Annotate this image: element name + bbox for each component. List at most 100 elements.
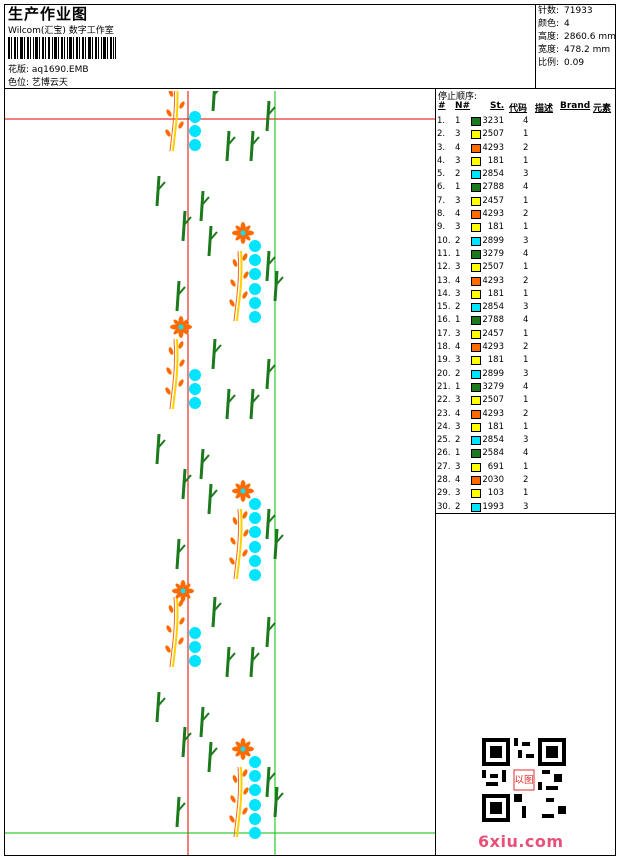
stop-needle: 2: [455, 501, 461, 512]
stop-index: 15.: [437, 302, 451, 313]
stats-separator: [535, 4, 536, 88]
stop-index: 14.: [437, 288, 451, 299]
stop-code: 3279: [482, 381, 504, 392]
color-swatch: [471, 449, 481, 459]
stop-needle: 3: [455, 355, 461, 366]
stop-element: 3: [523, 169, 529, 180]
stat-colors: 颜色: 4: [538, 19, 570, 29]
stop-index: 22.: [437, 395, 451, 406]
stop-code: 4293: [482, 142, 504, 153]
stop-element: 3: [523, 302, 529, 313]
stop-row: 16. 1 2788 4: [437, 314, 617, 327]
color-swatch: [471, 223, 481, 233]
stop-row: 3. 4 4293 2: [437, 142, 617, 155]
stop-index: 18.: [437, 342, 451, 353]
stop-row: 11. 1 3279 4: [437, 248, 617, 261]
color-swatch: [471, 316, 481, 326]
color-swatch: [471, 236, 481, 246]
col-header-brand: Brand: [560, 101, 591, 111]
stop-needle: 3: [455, 155, 461, 166]
stop-code: 181: [487, 288, 504, 299]
stop-row: 29. 3 103 1: [437, 487, 617, 500]
stop-row: 17. 3 2457 1: [437, 328, 617, 341]
stop-code: 691: [487, 461, 504, 472]
stop-index: 24.: [437, 421, 451, 432]
color-swatch: [471, 170, 481, 180]
col-header-element: 元素: [593, 104, 612, 114]
stop-needle: 2: [455, 302, 461, 313]
color-swatch: [471, 409, 481, 419]
color-swatch: [471, 249, 481, 259]
stop-needle: 3: [455, 195, 461, 206]
color-swatch: [471, 369, 481, 379]
stop-needle: 1: [455, 248, 461, 259]
stop-needle: 3: [455, 129, 461, 140]
panel-separator: [435, 88, 436, 856]
stop-code: 2854: [482, 169, 504, 180]
stop-needle: 4: [455, 475, 461, 486]
stop-index: 1.: [437, 116, 446, 126]
motif-repeat-2: [157, 339, 283, 581]
stop-row: 21. 1 3279 4: [437, 381, 617, 394]
stop-element: 3: [523, 435, 529, 446]
stop-element: 1: [523, 262, 529, 273]
stop-code: 2854: [482, 435, 504, 446]
stop-index: 4.: [437, 155, 446, 166]
col-header-needle: N#: [455, 101, 471, 111]
stop-needle: 4: [455, 209, 461, 220]
col-header-index: #: [438, 101, 446, 111]
stop-needle: 1: [455, 315, 461, 326]
stop-row: 8. 4 4293 2: [437, 208, 617, 221]
color-swatch: [471, 289, 481, 299]
color-swatch: [471, 502, 481, 512]
stop-code: 181: [487, 355, 504, 366]
stop-code: 4293: [482, 408, 504, 419]
color-swatch: [471, 382, 481, 392]
stop-row: 7. 3 2457 1: [437, 195, 617, 208]
design-file-value: aq1690.EMB: [31, 65, 89, 75]
stop-needle: 3: [455, 395, 461, 406]
stop-element: 1: [523, 328, 529, 339]
color-swatch: [471, 143, 481, 153]
stop-element: 1: [523, 129, 529, 140]
stop-row: 5. 2 2854 3: [437, 168, 617, 181]
color-swatch: [471, 436, 481, 446]
qr-stamp: 以图: [514, 775, 533, 786]
stop-index: 9.: [437, 222, 446, 233]
stop-index: 25.: [437, 435, 451, 446]
stop-code: 2457: [482, 195, 504, 206]
stat-height: 高度: 2860.6 mm: [538, 32, 616, 42]
stat-width: 宽度: 478.2 mm: [538, 45, 611, 55]
stop-needle: 3: [455, 262, 461, 273]
color-swatch: [471, 476, 481, 486]
color-name-line: 色位: 艺博云天: [8, 75, 68, 88]
stop-row: 10. 2 2899 3: [437, 235, 617, 248]
color-swatch: [471, 196, 481, 206]
stop-element: 1: [523, 195, 529, 206]
stop-code: 2030: [482, 475, 504, 486]
stop-needle: 1: [455, 116, 461, 126]
watermark: 6xiu.com: [478, 832, 564, 851]
stop-element: 2: [523, 209, 529, 220]
stop-code: 2507: [482, 262, 504, 273]
stop-needle: 1: [455, 381, 461, 392]
stop-index: 17.: [437, 328, 451, 339]
stop-needle: 2: [455, 435, 461, 446]
stop-row: 19. 3 181 1: [437, 354, 617, 367]
stop-code: 2584: [482, 448, 504, 459]
col-header-code: 代码: [509, 104, 528, 114]
stop-sequence-table: 1. 1 3 2 3 1 4 2. 3 2507 1 3. 4 4293 2 4. 3 181 1 5. 2 2854 3 6…: [437, 115, 617, 514]
stop-element: 2: [523, 275, 529, 286]
stop-index: 19.: [437, 355, 451, 366]
stop-index: 12.: [437, 262, 451, 273]
stop-needle: 3: [455, 222, 461, 233]
stop-element: 2: [523, 342, 529, 353]
stop-code: 2899: [482, 368, 504, 379]
stop-needle: 4: [455, 408, 461, 419]
design-file-label: 花版:: [8, 65, 30, 75]
color-swatch: [471, 263, 481, 273]
stop-code: 181: [487, 222, 504, 233]
stop-index: 2.: [437, 129, 446, 140]
qr-code: 以图: [482, 738, 566, 822]
stop-row: 20. 2 2899 3: [437, 368, 617, 381]
